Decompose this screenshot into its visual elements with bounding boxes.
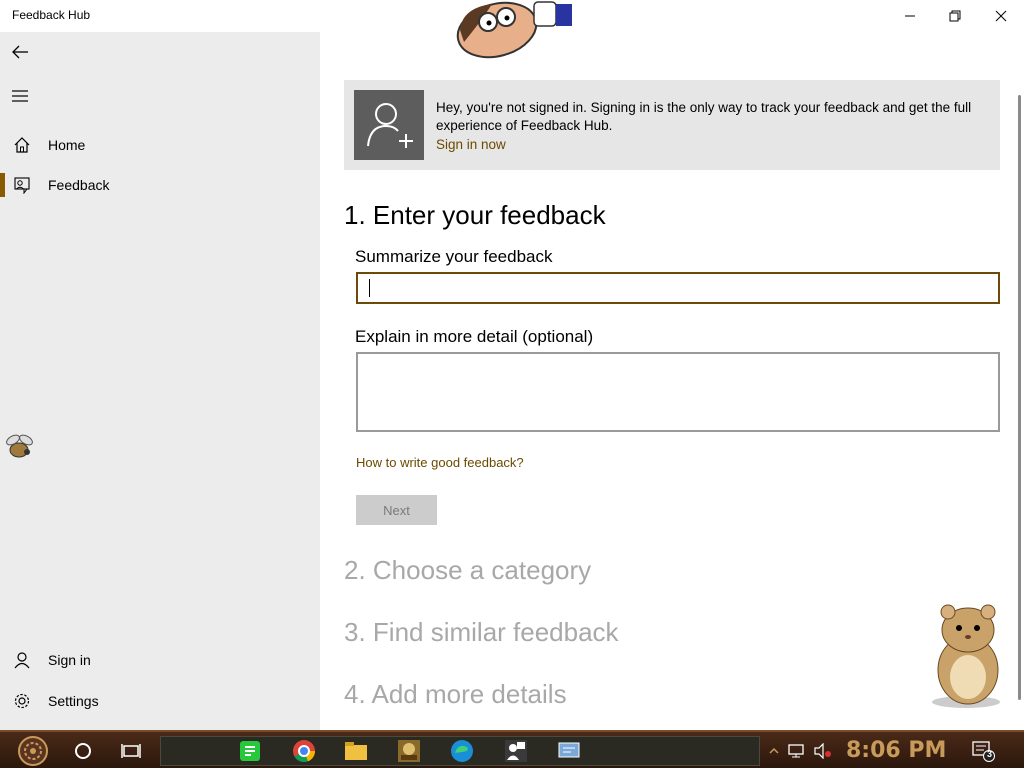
sidebar-item-label: Sign in bbox=[48, 652, 91, 668]
person-icon bbox=[0, 651, 44, 669]
sign-in-banner: Hey, you're not signed in. Signing in is… bbox=[344, 80, 1000, 170]
feedback-icon bbox=[0, 176, 44, 194]
task-view-icon bbox=[121, 744, 141, 758]
taskbar-game-app[interactable] bbox=[384, 736, 434, 766]
remote-desktop-icon bbox=[558, 742, 580, 758]
active-indicator bbox=[0, 173, 5, 197]
sidebar-item-label: Home bbox=[48, 137, 86, 153]
sidebar: Home Feedback Sign in Settings bbox=[0, 32, 320, 730]
hamburger-icon bbox=[12, 90, 28, 102]
vertical-scrollbar[interactable] bbox=[1018, 95, 1021, 700]
sign-in-message: Hey, you're not signed in. Signing in is… bbox=[436, 100, 972, 133]
summary-label: Summarize your feedback bbox=[355, 247, 553, 266]
how-to-write-link[interactable]: How to write good feedback? bbox=[356, 455, 524, 470]
step-4-heading: 4. Add more details bbox=[344, 679, 567, 709]
text-caret bbox=[369, 279, 370, 297]
notes-icon bbox=[240, 741, 260, 761]
feedback-hub-window: Feedback Hub Home Feedback Sign in Setti… bbox=[0, 0, 1024, 730]
back-arrow-icon bbox=[12, 45, 28, 59]
cartoon-face-mascot-icon bbox=[456, 1, 572, 59]
sidebar-item-settings[interactable]: Settings bbox=[0, 681, 320, 721]
show-hidden-icons-button[interactable] bbox=[764, 732, 784, 770]
step-3-heading: 3. Find similar feedback bbox=[344, 617, 619, 647]
cortana-button[interactable] bbox=[60, 732, 106, 770]
action-center-button[interactable]: 3 bbox=[966, 732, 1000, 770]
hamster-mascot-icon bbox=[932, 604, 1000, 708]
edge-icon bbox=[451, 740, 473, 762]
detail-textarea[interactable] bbox=[356, 352, 1000, 432]
taskbar-feedback-hub-app[interactable] bbox=[491, 736, 541, 766]
notification-count: 3 bbox=[987, 749, 993, 759]
network-icon bbox=[788, 744, 804, 758]
volume-muted-icon bbox=[814, 743, 831, 759]
detail-label: Explain in more detail (optional) bbox=[355, 327, 594, 346]
taskbar-clock[interactable]: 8:06 PM bbox=[846, 738, 946, 763]
summary-input[interactable] bbox=[356, 272, 1000, 304]
game-icon bbox=[398, 740, 420, 762]
cortana-icon bbox=[75, 743, 91, 759]
taskbar: 8:06 PM 3 bbox=[0, 730, 1024, 768]
chevron-up-icon bbox=[769, 747, 779, 754]
feedback-hub-icon bbox=[505, 740, 527, 762]
network-button[interactable] bbox=[784, 732, 810, 770]
back-button[interactable] bbox=[0, 32, 40, 72]
steampunk-start-icon bbox=[18, 736, 48, 766]
gear-icon bbox=[0, 692, 44, 710]
minimize-button[interactable] bbox=[887, 0, 933, 32]
taskbar-edge-app[interactable] bbox=[437, 736, 487, 766]
sidebar-item-label: Settings bbox=[48, 693, 99, 709]
sidebar-item-label: Feedback bbox=[48, 177, 110, 193]
minimize-icon bbox=[905, 15, 915, 17]
sign-in-now-link[interactable]: Sign in now bbox=[436, 137, 506, 152]
folder-icon bbox=[345, 742, 367, 760]
bee-mascot-icon bbox=[6, 434, 33, 458]
step-1-heading: 1. Enter your feedback bbox=[344, 200, 606, 230]
close-button[interactable] bbox=[978, 0, 1024, 32]
next-button[interactable]: Next bbox=[356, 495, 437, 525]
task-view-button[interactable] bbox=[108, 732, 154, 770]
restore-button[interactable] bbox=[932, 0, 978, 32]
sidebar-item-home[interactable]: Home bbox=[0, 125, 320, 165]
hamburger-menu-button[interactable] bbox=[0, 76, 40, 116]
restore-icon bbox=[949, 10, 961, 22]
sidebar-item-feedback[interactable]: Feedback bbox=[0, 165, 320, 205]
app-title: Feedback Hub bbox=[12, 8, 91, 22]
taskbar-notes-app[interactable] bbox=[225, 736, 275, 766]
taskbar-file-explorer-app[interactable] bbox=[331, 736, 381, 766]
volume-button[interactable] bbox=[810, 732, 836, 770]
taskbar-chrome-app[interactable] bbox=[279, 736, 329, 766]
add-user-icon bbox=[354, 90, 424, 160]
start-button[interactable] bbox=[10, 732, 56, 770]
sidebar-item-sign-in[interactable]: Sign in bbox=[0, 640, 320, 680]
home-icon bbox=[0, 136, 44, 154]
step-2-heading: 2. Choose a category bbox=[344, 555, 592, 585]
chrome-icon bbox=[293, 740, 316, 763]
close-icon bbox=[995, 10, 1007, 22]
taskbar-remote-app[interactable] bbox=[544, 736, 594, 766]
